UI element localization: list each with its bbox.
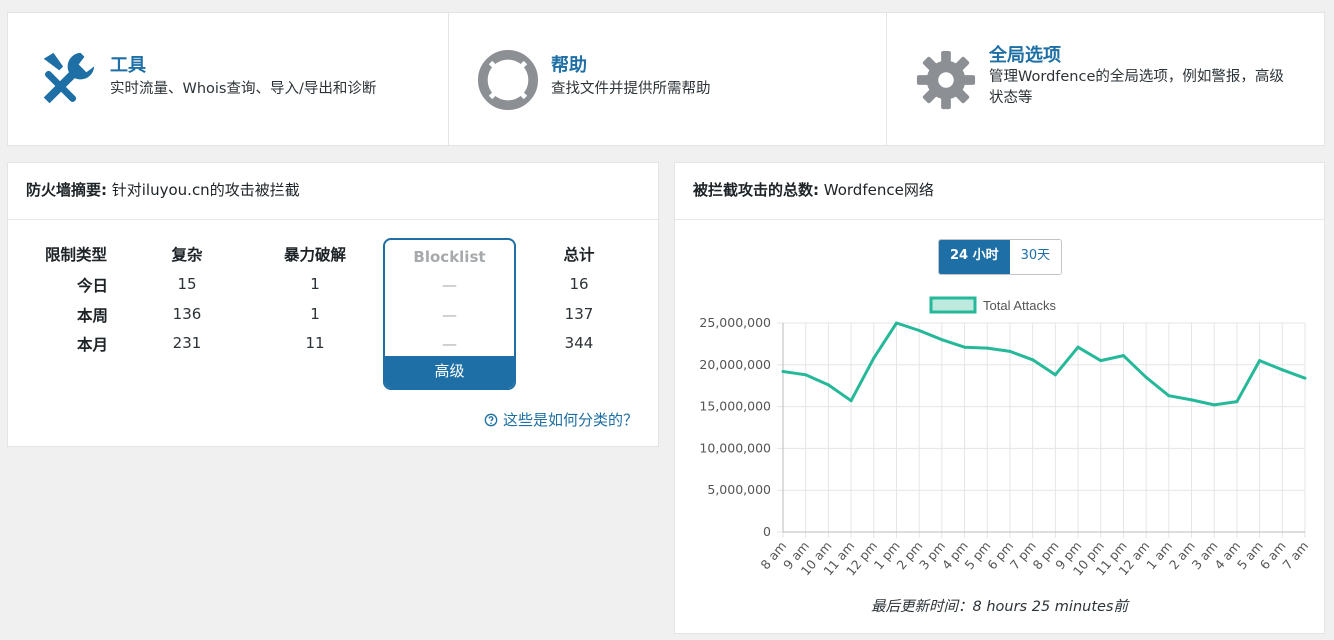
help-tile[interactable]: 帮助 查找文件并提供所需帮助 <box>448 13 887 145</box>
data-point <box>849 399 853 403</box>
global-options-title[interactable]: 全局选项 <box>989 41 1061 67</box>
data-point <box>1212 403 1216 407</box>
legend-swatch <box>929 296 977 314</box>
tools-title[interactable]: 工具 <box>110 51 146 77</box>
legend-label: Total Attacks <box>983 298 1056 313</box>
cell-week-complex: 136 <box>172 305 202 323</box>
firewall-title-rest: 针对iluyou.cn的攻击被拦截 <box>107 181 300 199</box>
data-point <box>1303 376 1307 380</box>
row-label-today: 今日 <box>76 277 108 295</box>
data-point <box>1053 373 1057 377</box>
cell-today-blocklist: — <box>442 276 457 294</box>
header-complex: 复杂 <box>171 246 203 264</box>
attacks-line-chart: 0 5,000,000 10,000,000 15,000,000 20,000,000… <box>699 296 1311 579</box>
tools-tile[interactable]: 工具 实时流量、Whois查询、导入/导出和诊断 <box>8 13 448 145</box>
header-type: 限制类型 <box>44 246 107 264</box>
how-classified-text[interactable]: 这些是如何分类的？ <box>503 411 638 429</box>
attacks-title: 被拦截攻击的总数: Wordfence网络 <box>693 179 934 200</box>
data-point <box>804 373 808 377</box>
cell-month-complex: 231 <box>172 334 202 352</box>
attacks-blocked-panel: 被拦截攻击的总数: Wordfence网络 24 小时 30天 0 5,000,0… <box>674 162 1325 634</box>
data-point <box>1031 358 1035 362</box>
last-updated: 最后更新时间：8 hours 25 minutes前 <box>871 599 1128 615</box>
data-point <box>1190 398 1194 402</box>
firewall-summary-panel: 防火墙摘要: 针对iluyou.cn的攻击被拦截 限制类型 复杂 暴力破解 总计… <box>7 162 659 447</box>
premium-button[interactable]: 高级 <box>385 356 514 388</box>
data-point <box>872 356 876 360</box>
cell-today-total: 16 <box>569 275 589 293</box>
how-classified-link[interactable]: 这些是如何分类的？ <box>484 409 638 430</box>
data-point <box>917 329 921 333</box>
header-total: 总计 <box>563 246 595 264</box>
cell-week-total: 137 <box>564 305 594 323</box>
data-point <box>1167 394 1171 398</box>
data-point <box>781 369 785 373</box>
cell-today-brute: 1 <box>310 275 320 293</box>
data-point <box>1121 354 1125 358</box>
global-options-desc: 管理Wordfence的全局选项，例如警报，高级状态等 <box>989 69 1284 106</box>
attacks-title-rest: Wordfence网络 <box>819 181 934 199</box>
cell-today-complex: 15 <box>177 275 197 293</box>
data-point <box>985 346 989 350</box>
y-tick-label: 10,000,000 <box>699 440 771 455</box>
cell-month-total: 344 <box>564 334 594 352</box>
x-tick-label: 7 am <box>1279 538 1311 572</box>
divider <box>675 219 1324 220</box>
help-desc: 查找文件并提供所需帮助 <box>551 81 711 97</box>
data-point <box>1008 349 1012 353</box>
row-label-month: 本月 <box>76 336 108 354</box>
cell-week-brute: 1 <box>310 305 320 323</box>
attacks-title-bold: 被拦截攻击的总数: <box>693 181 819 199</box>
data-point <box>1280 368 1284 372</box>
cell-month-brute: 11 <box>305 334 325 352</box>
data-point <box>1144 375 1148 379</box>
y-tick-label: 5,000,000 <box>707 482 771 497</box>
data-point <box>940 338 944 342</box>
tools-icon <box>43 52 95 104</box>
data-point <box>1099 359 1103 363</box>
firewall-summary-title: 防火墙摘要: 针对iluyou.cn的攻击被拦截 <box>26 179 300 200</box>
y-tick-label: 0 <box>763 524 771 539</box>
lifebuoy-icon <box>477 49 539 111</box>
tab-30d[interactable]: 30天 <box>1009 240 1062 274</box>
header-blocklist: Blocklist <box>413 248 486 266</box>
series-line-total-attacks <box>782 321 1306 407</box>
header-brute: 暴力破解 <box>283 246 346 264</box>
divider <box>8 219 658 220</box>
data-point <box>1235 400 1239 404</box>
firewall-title-bold: 防火墙摘要: <box>26 181 107 199</box>
y-tick-label: 25,000,000 <box>699 315 771 330</box>
question-circle-icon <box>484 413 498 427</box>
cell-week-blocklist: — <box>442 306 457 324</box>
blocklist-column: Blocklist — — — 高级 <box>383 238 516 390</box>
top-navigation: 工具 实时流量、Whois查询、导入/导出和诊断 帮助 查找文件并提供所需帮助 <box>7 12 1325 146</box>
data-point <box>963 345 967 349</box>
gear-icon <box>916 50 976 110</box>
tools-desc: 实时流量、Whois查询、导入/导出和诊断 <box>110 81 377 97</box>
row-label-week: 本周 <box>76 307 108 325</box>
y-tick-label: 15,000,000 <box>699 399 771 414</box>
tab-24h[interactable]: 24 小时 <box>939 240 1010 274</box>
y-tick-label: 20,000,000 <box>699 357 771 372</box>
data-point <box>1258 359 1262 363</box>
data-point <box>894 321 898 325</box>
range-toggle: 24 小时 30天 <box>938 239 1063 275</box>
data-point <box>826 383 830 387</box>
help-title[interactable]: 帮助 <box>551 51 587 77</box>
global-options-tile[interactable]: 全局选项 管理Wordfence的全局选项，例如警报，高级状态等 <box>886 13 1325 145</box>
data-point <box>1076 345 1080 349</box>
cell-month-blocklist: — <box>442 335 457 353</box>
